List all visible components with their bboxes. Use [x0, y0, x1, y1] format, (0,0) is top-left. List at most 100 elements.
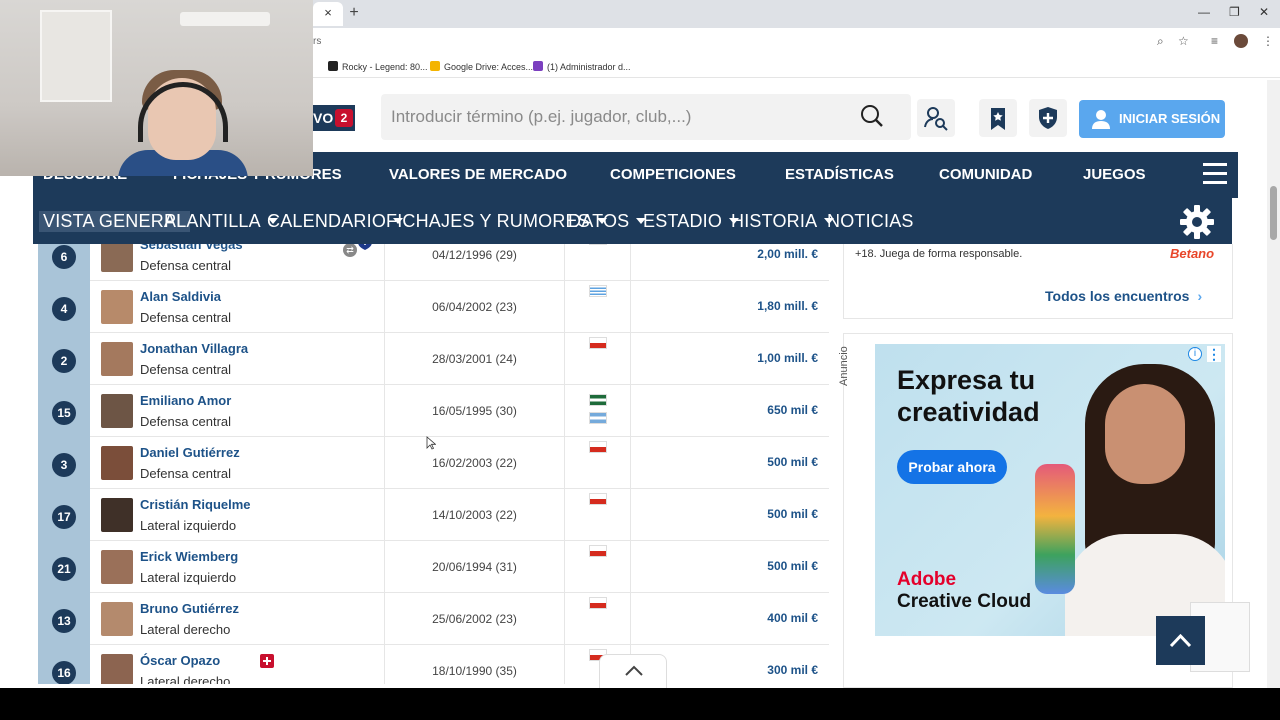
player-name-link[interactable]: Erick Wiemberg [140, 549, 238, 564]
player-birthdate: 14/10/2003 (22) [432, 508, 517, 522]
player-name-link[interactable]: Óscar Opazo [140, 653, 220, 668]
watchlist-button[interactable] [979, 99, 1017, 137]
table-row[interactable]: 4 Alan Saldivia Defensa central 06/04/2002 … [38, 281, 829, 333]
tab-calendar[interactable]: CALENDARIO [267, 211, 404, 232]
table-row[interactable]: 17 Cristián Riquelme Lateral izquierdo 14/1… [38, 489, 829, 541]
extensions-icon[interactable]: ≡ [1211, 34, 1218, 48]
ad-options-icon[interactable]: ⋮ [1207, 346, 1221, 362]
live-badge[interactable]: VO 2 [313, 105, 355, 131]
market-value-link[interactable]: 1,80 mill. € [757, 299, 818, 313]
player-name-link[interactable]: Alan Saldivia [140, 289, 221, 304]
player-photo[interactable] [101, 654, 133, 684]
player-name-link[interactable]: Emiliano Amor [140, 393, 231, 408]
webcam-overlay [0, 0, 313, 176]
market-value-link[interactable]: 2,00 mill. € [757, 247, 818, 261]
player-birthdate: 16/02/2003 (22) [432, 456, 517, 470]
player-photo[interactable] [101, 290, 133, 324]
player-photo[interactable] [101, 244, 133, 272]
bookmark-item[interactable]: Rocky - Legend: 80... [328, 61, 428, 72]
loan-swap-icon: ⇄ [343, 244, 357, 257]
nav-competitions[interactable]: COMPETICIONES [610, 166, 736, 183]
menu-dots-icon[interactable]: ⋮ [1262, 34, 1274, 48]
table-row[interactable]: 16 Óscar Opazo Lateral derecho 18/10/1990 (… [38, 645, 829, 684]
shirt-number-cell: 21 [38, 541, 90, 593]
chevron-up-icon [625, 665, 643, 676]
table-row[interactable]: 6 Sebastián Vegas Defensa central 04/12/199… [38, 244, 829, 281]
restore-icon[interactable]: ❐ [1229, 5, 1240, 19]
ad-cta-button[interactable]: Probar ahora [897, 450, 1007, 484]
search-icon[interactable] [860, 104, 884, 128]
table-row[interactable]: 2 Jonathan Villagra Defensa central 28/03/2… [38, 333, 829, 385]
market-value-link[interactable]: 500 mil € [767, 559, 818, 573]
adobe-ad[interactable]: Expresa tu creatividad Probar ahora Adobe… [875, 344, 1225, 636]
shirt-number-cell: 3 [38, 437, 90, 489]
zoom-icon[interactable]: ⌕ [1157, 34, 1164, 49]
bookmark-star-icon[interactable]: ☆ [1178, 34, 1189, 48]
player-position: Lateral izquierdo [140, 518, 237, 533]
tab-data[interactable]: DATOS [568, 211, 647, 232]
tab-close-button[interactable]: × [313, 2, 343, 26]
address-bar[interactable]: rs [313, 36, 321, 47]
search-input[interactable] [391, 104, 861, 130]
market-value-link[interactable]: 500 mil € [767, 455, 818, 469]
player-photo[interactable] [101, 550, 133, 584]
shirt-number-cell: 16 [38, 645, 90, 684]
market-value-link[interactable]: 650 mil € [767, 403, 818, 417]
tab-news[interactable]: NOTICIAS [827, 211, 914, 232]
nav-statistics[interactable]: ESTADÍSTICAS [785, 166, 894, 183]
new-tab-button[interactable]: + [346, 4, 362, 22]
shield-button[interactable] [1029, 99, 1067, 137]
mouse-cursor-icon [426, 436, 436, 450]
all-matches-link[interactable]: Todos los encuentros › [1045, 288, 1202, 304]
player-name-link[interactable]: Cristián Riquelme [140, 497, 251, 512]
chile-flag-icon [589, 441, 607, 453]
table-row[interactable]: 15 Emiliano Amor Defensa central 16/05/1995… [38, 385, 829, 437]
scrollbar-thumb[interactable] [1270, 186, 1277, 240]
bookmark-item[interactable]: Google Drive: Acces... [430, 61, 533, 72]
market-value-link[interactable]: 400 mil € [767, 611, 818, 625]
player-photo[interactable] [101, 394, 133, 428]
chevron-up-icon [1169, 633, 1192, 648]
collapse-tab[interactable] [599, 654, 667, 688]
market-value-link[interactable]: 500 mil € [767, 507, 818, 521]
player-photo[interactable] [101, 446, 133, 480]
player-photo[interactable] [101, 342, 133, 376]
tab-squad[interactable]: PLANTILLA [164, 211, 278, 232]
scrollbar[interactable] [1267, 80, 1280, 688]
login-button[interactable]: INICIAR SESIÓN [1079, 100, 1225, 138]
tab-stadium[interactable]: ESTADIO [643, 211, 740, 232]
player-birthdate: 16/05/1995 (30) [432, 404, 517, 418]
player-birthdate: 20/06/1994 (31) [432, 560, 517, 574]
ad-info-icon[interactable]: i [1188, 347, 1202, 361]
player-name-link[interactable]: Sebastián Vegas [140, 244, 243, 252]
shirt-number-cell: 15 [38, 385, 90, 437]
profile-avatar[interactable] [1234, 34, 1248, 48]
market-value-link[interactable]: 300 mil € [767, 663, 818, 677]
nav-community[interactable]: COMUNIDAD [939, 166, 1032, 183]
betano-logo[interactable]: Betano [1170, 246, 1214, 261]
gear-icon[interactable] [1178, 203, 1216, 241]
player-name-link[interactable]: Daniel Gutiérrez [140, 445, 240, 460]
nav-market-values[interactable]: VALORES DE MERCADO [389, 166, 567, 183]
bookmark-item[interactable]: (1) Administrador d... [533, 61, 631, 72]
scroll-to-top-button[interactable] [1156, 616, 1205, 665]
player-name-link[interactable]: Bruno Gutiérrez [140, 601, 239, 616]
taskbar-strip [0, 688, 1280, 720]
table-row[interactable]: 13 Bruno Gutiérrez Lateral derecho 25/06/20… [38, 593, 829, 645]
player-name-link[interactable]: Jonathan Villagra [140, 341, 248, 356]
table-row[interactable]: 21 Erick Wiemberg Lateral izquierdo 20/06/1… [38, 541, 829, 593]
player-birthdate: 06/04/2002 (23) [432, 300, 517, 314]
nav-games[interactable]: JUEGOS [1083, 166, 1146, 183]
player-search-button[interactable] [917, 99, 955, 137]
player-photo[interactable] [101, 498, 133, 532]
player-position: Defensa central [140, 258, 232, 273]
minimize-icon[interactable]: — [1198, 5, 1210, 19]
live-label: VO [313, 110, 334, 126]
tab-history[interactable]: HISTORIA [731, 211, 835, 232]
player-photo[interactable] [101, 602, 133, 636]
market-value-link[interactable]: 1,00 mill. € [757, 351, 818, 365]
player-position: Defensa central [140, 362, 232, 377]
close-window-icon[interactable]: ✕ [1259, 5, 1269, 19]
previous-club-badge-icon[interactable] [355, 244, 375, 251]
hamburger-menu-icon[interactable] [1203, 163, 1227, 184]
